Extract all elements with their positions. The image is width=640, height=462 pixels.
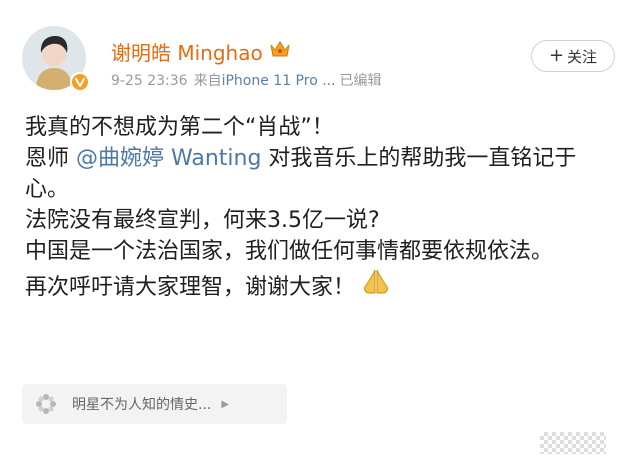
source-prefix: 来自 [193, 73, 222, 89]
username[interactable]: 谢明皓 Minghao [111, 37, 263, 66]
mention-link[interactable]: @曲婉婷 Wanting [76, 146, 261, 171]
post-line-1: 我真的不想成为第二个“肖战”！ [25, 115, 334, 140]
caret-right-icon: ▶ [221, 398, 230, 410]
post-line-2-prefix: 恩师 [25, 146, 76, 171]
follow-button[interactable]: + 关注 [531, 40, 615, 72]
watermark [540, 432, 606, 454]
edited-label[interactable]: 已编辑 [340, 73, 382, 89]
weibo-post: 谢明皓 Minghao 9-25 23:36 来自iPhone 11 Pro ..… [0, 0, 640, 462]
topic-label: 明星不为人知的情史... [72, 397, 212, 413]
post-content: 我真的不想成为第二个“肖战”！ 恩师 @曲婉婷 Wanting 对我音乐上的帮助… [25, 112, 620, 306]
crown-icon [269, 39, 291, 64]
post-line-5: 再次呼吁请大家理智，谢谢大家！ [25, 267, 620, 306]
post-line-4: 中国是一个法治国家，我们做任何事情都要依规依法。 [25, 239, 554, 264]
post-meta: 9-25 23:36 来自iPhone 11 Pro ... 已编辑 [111, 70, 388, 90]
device-link[interactable]: iPhone 11 Pro ... [222, 73, 336, 89]
plus-icon: + [548, 45, 565, 66]
flower-icon [36, 394, 56, 414]
verified-badge-icon [70, 72, 90, 92]
username-row[interactable]: 谢明皓 Minghao [111, 37, 291, 66]
post-line-3: 法院没有最终宣判，何来3.5亿一说? [25, 208, 380, 233]
post-line-5-text: 再次呼吁请大家理智，谢谢大家！ [25, 275, 356, 300]
pray-icon [361, 267, 391, 306]
topic-card[interactable]: 明星不为人知的情史... ▶ [22, 384, 287, 424]
timestamp: 9-25 23:36 [111, 73, 188, 89]
follow-label: 关注 [567, 47, 598, 66]
post-line-2: 恩师 @曲婉婷 Wanting 对我音乐上的帮助我一直铭记于心。 [25, 143, 620, 205]
